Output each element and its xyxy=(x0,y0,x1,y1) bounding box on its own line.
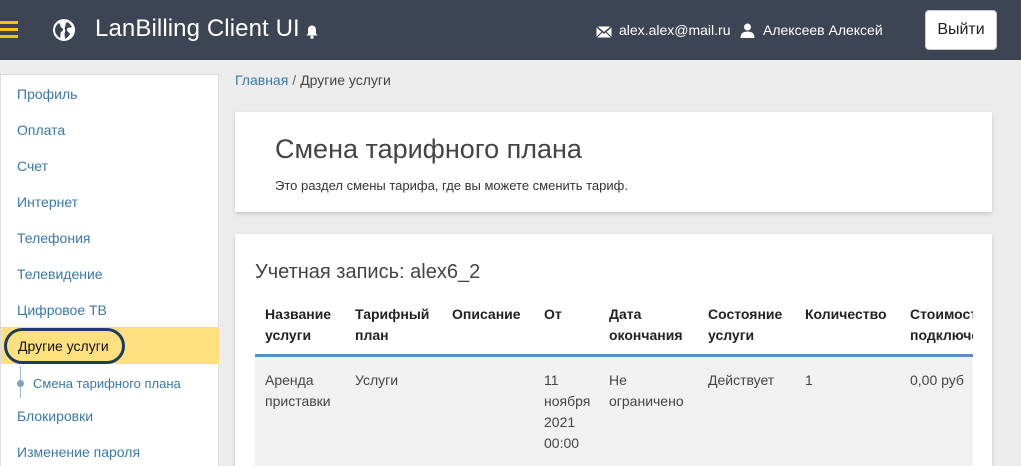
sidebar-item-tv[interactable]: Телевидение xyxy=(17,266,103,282)
sidebar-item-change-password[interactable]: Изменение пароля xyxy=(17,444,140,460)
page-header-card: Смена тарифного плана Это раздел смены т… xyxy=(235,112,992,212)
sidebar-item-account[interactable]: Счет xyxy=(17,158,48,174)
app-title: LanBilling Client UI xyxy=(95,15,300,42)
cell-service-name: Аренда приставки xyxy=(265,372,331,409)
sidebar-item-telephony[interactable]: Телефония xyxy=(17,230,90,246)
breadcrumb-home[interactable]: Главная xyxy=(235,72,288,88)
sidebar-item-profile[interactable]: Профиль xyxy=(17,86,77,102)
sidebar-subitem-tariff-change[interactable]: Смена тарифного плана xyxy=(33,376,181,391)
sidebar-item-digital-tv[interactable]: Цифровое ТВ xyxy=(17,302,107,318)
sidebar-item-blocks[interactable]: Блокировки xyxy=(17,408,93,424)
top-bar: LanBilling Client UI alex.alex@mail.ru А… xyxy=(0,0,1021,60)
table-header-status: Состояние услуги xyxy=(708,306,783,343)
sidebar: Профиль Оплата Счет Интернет Телефония Т… xyxy=(0,74,219,466)
page-description: Это раздел смены тарифа, где вы можете с… xyxy=(275,178,628,193)
user-email[interactable]: alex.alex@mail.ru xyxy=(619,22,730,38)
submenu-dot xyxy=(17,380,24,387)
cell-tariff: Услуги xyxy=(355,372,399,388)
breadcrumb-current: Другие услуги xyxy=(300,72,391,88)
mail-icon xyxy=(596,25,612,38)
cell-quantity: 1 xyxy=(805,372,813,388)
sidebar-item-other-services[interactable]: Другие услуги xyxy=(18,338,109,354)
logout-button[interactable]: Выйти xyxy=(925,10,997,50)
user-name[interactable]: Алексеев Алексей xyxy=(763,22,883,38)
table-header-end-date: Дата окончания xyxy=(609,306,683,343)
breadcrumb-separator: / xyxy=(292,72,297,88)
account-title: Учетная запись: alex6_2 xyxy=(255,261,481,283)
table-header-tariff: Тарифный план xyxy=(355,306,430,343)
table-header-service-name: Название услуги xyxy=(265,306,332,343)
services-table: Название услуги Тарифный план Описание О… xyxy=(255,294,973,466)
sidebar-item-payment[interactable]: Оплата xyxy=(17,122,65,138)
cell-status: Действует xyxy=(708,372,775,388)
user-icon xyxy=(740,23,755,38)
globe-icon xyxy=(52,18,76,42)
cell-from: 11 ноября 2021 00:00 xyxy=(544,372,591,451)
bell-icon[interactable] xyxy=(304,24,320,40)
table-header-connection-cost: Стоимость подключения xyxy=(910,306,973,343)
table-header-quantity: Количество xyxy=(805,306,887,322)
table-header-description: Описание xyxy=(452,306,521,322)
page-title: Смена тарифного плана xyxy=(275,134,582,164)
menu-icon[interactable] xyxy=(0,21,18,39)
cell-connection-cost: 0,00 руб xyxy=(910,372,964,388)
cell-end-date: Не ограничено xyxy=(609,372,684,409)
sidebar-item-internet[interactable]: Интернет xyxy=(17,194,78,210)
breadcrumb: Главная / Другие услуги xyxy=(235,72,391,88)
account-card: Учетная запись: alex6_2 Название услуги … xyxy=(235,234,992,466)
table-header-from: От xyxy=(544,306,562,322)
